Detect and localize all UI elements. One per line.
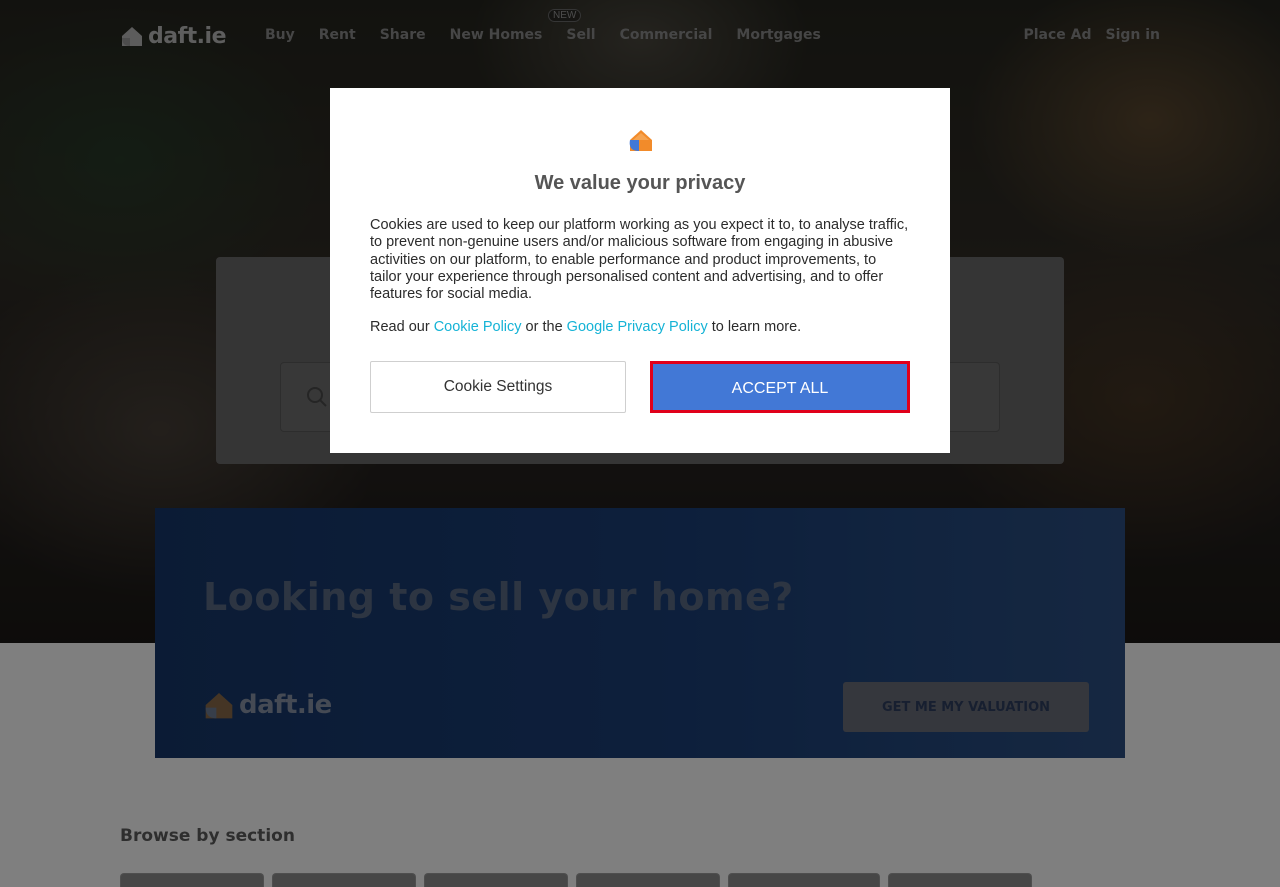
or-text: or the	[521, 319, 567, 335]
read-prefix: Read our	[370, 319, 434, 335]
cookie-consent-dialog: We value your privacy Cookies are used t…	[330, 88, 950, 453]
cookie-policy-link[interactable]: Cookie Policy	[434, 319, 522, 335]
read-suffix: to learn more.	[707, 319, 802, 335]
google-privacy-policy-link[interactable]: Google Privacy Policy	[567, 319, 708, 335]
daft-brand-icon	[629, 130, 652, 151]
cookie-description: Cookies are used to keep our platform wo…	[370, 217, 909, 303]
accept-all-button[interactable]: ACCEPT ALL	[650, 361, 910, 413]
modal-title: We value your privacy	[534, 172, 746, 194]
cookie-settings-button[interactable]: Cookie Settings	[370, 361, 626, 413]
learn-more-text: Read our Cookie Policy or the Google Pri…	[370, 319, 801, 335]
